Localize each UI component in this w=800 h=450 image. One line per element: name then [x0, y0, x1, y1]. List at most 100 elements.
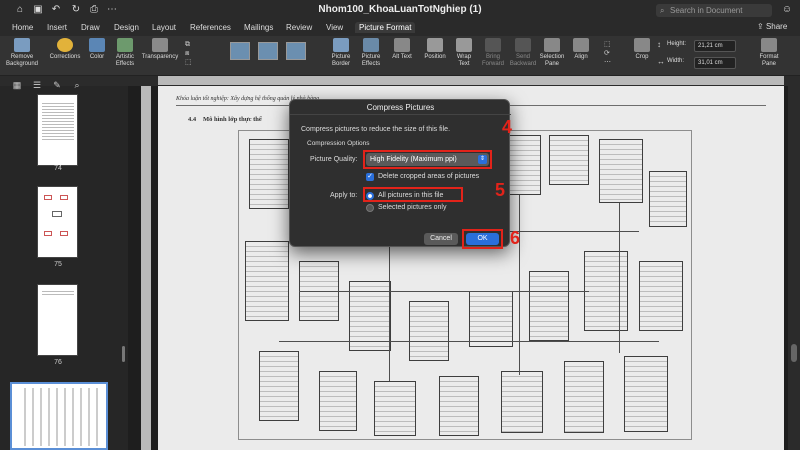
picture-quality-label: Picture Quality: — [310, 156, 358, 163]
horizontal-ruler[interactable] — [158, 76, 784, 85]
delete-cropped-label: Delete cropped areas of pictures — [378, 173, 480, 180]
tab-insert[interactable]: Insert — [43, 22, 71, 33]
height-field[interactable]: 21,21 cm — [694, 40, 736, 52]
compress-pictures-dialog: Compress Pictures Compress pictures to r… — [289, 99, 511, 249]
dialog-title: Compress Pictures — [366, 103, 435, 112]
position-label: Position — [424, 54, 446, 60]
nav-scrollbar[interactable] — [122, 346, 125, 362]
send-backward-icon — [515, 38, 531, 52]
search-icon: ⌕ — [660, 6, 665, 15]
selection-pane-icon — [544, 38, 560, 52]
align-button[interactable]: Align — [570, 38, 592, 74]
width-label: Width: — [667, 58, 685, 64]
position-icon — [427, 38, 443, 52]
page-thumbnail-text — [42, 101, 74, 141]
tab-references[interactable]: References — [186, 22, 235, 33]
format-pane-icon — [761, 38, 777, 52]
search-placeholder: Search in Document — [670, 6, 743, 15]
crop-button[interactable]: Crop — [630, 38, 654, 74]
tab-view[interactable]: View — [322, 22, 347, 33]
apply-selected-radio[interactable] — [366, 204, 374, 212]
position-button[interactable]: Position — [421, 38, 449, 74]
apply-selected-label: Selected pictures only — [378, 204, 447, 211]
page-thumbnail-diagram — [18, 388, 102, 446]
tab-home[interactable]: Home — [8, 22, 37, 33]
bring-forward-button[interactable]: Bring Forward — [479, 38, 507, 74]
format-pane-button[interactable]: Format Pane — [755, 38, 783, 74]
tab-design[interactable]: Design — [110, 22, 143, 33]
vertical-ruler[interactable] — [141, 86, 151, 450]
align-icon — [573, 38, 589, 52]
annotation-box-6 — [462, 229, 503, 249]
color-icon — [89, 38, 105, 52]
group-icon[interactable]: ⬚ ⟳ ⋯ — [604, 40, 614, 68]
picture-style-1[interactable] — [230, 42, 250, 60]
scrollbar-thumb[interactable] — [791, 344, 797, 362]
tab-picture-format[interactable]: Picture Format — [355, 22, 416, 33]
search-input[interactable]: ⌕ Search in Document — [656, 4, 772, 17]
page-thumbnail-text — [42, 289, 74, 295]
picture-style-3[interactable] — [286, 42, 306, 60]
remove-background-label: Remove Background — [5, 54, 39, 67]
account-icon[interactable]: ☺ — [781, 4, 793, 16]
page-number: 74 — [54, 165, 62, 172]
artistic-effects-button[interactable]: Artistic Effects — [112, 38, 138, 74]
corrections-label: Corrections — [49, 54, 81, 60]
page-thumbnail-shape — [52, 211, 62, 217]
picture-effects-label: Picture Effects — [361, 54, 381, 67]
page-thumbnail-shape — [60, 195, 68, 200]
page-thumbnail-shape — [60, 231, 68, 236]
compress-pictures-icon[interactable]: ⧉ ⧈ ⬚ — [185, 40, 195, 68]
ribbon-toolbar: Remove Background Corrections Color Arti… — [0, 36, 800, 76]
picture-border-button[interactable]: Picture Border — [327, 38, 355, 74]
page-thumbnail[interactable] — [37, 186, 78, 258]
page-thumbnail-selected[interactable] — [10, 382, 108, 450]
height-icon: ↕ — [657, 40, 661, 49]
remove-background-icon — [14, 38, 30, 52]
nav-search-icon[interactable]: ⌕ — [72, 80, 82, 90]
remove-background-button[interactable]: Remove Background — [2, 38, 42, 74]
send-backward-button[interactable]: Send Backward — [508, 38, 538, 74]
annotation-box-5 — [363, 187, 463, 202]
edit-icon[interactable]: ✎ — [52, 80, 62, 90]
picture-effects-button[interactable]: Picture Effects — [357, 38, 385, 74]
picture-effects-icon — [363, 38, 379, 52]
transparency-button[interactable]: Transparency — [140, 38, 180, 74]
page-thumbnail-shape — [44, 231, 52, 236]
annotation-step-4: 4 — [502, 117, 513, 137]
wrap-text-button[interactable]: Wrap Text — [452, 38, 476, 74]
page-thumbnail-shape — [44, 195, 52, 200]
bring-forward-icon — [485, 38, 501, 52]
thumbnails-icon[interactable]: ▦ — [12, 80, 22, 90]
align-label: Align — [574, 54, 588, 60]
tab-review[interactable]: Review — [282, 22, 316, 33]
tab-mailings[interactable]: Mailings — [240, 22, 277, 33]
transparency-label: Transparency — [141, 54, 179, 60]
bring-forward-label: Bring Forward — [481, 54, 504, 67]
alt-text-button[interactable]: Alt Text — [391, 38, 413, 74]
page-thumbnail[interactable] — [37, 94, 78, 166]
vertical-scrollbar[interactable] — [788, 86, 800, 450]
picture-style-2[interactable] — [258, 42, 278, 60]
page-number: 75 — [54, 261, 62, 268]
width-field[interactable]: 31,01 cm — [694, 57, 736, 69]
selection-pane-label: Selection Pane — [539, 54, 565, 67]
outline-icon[interactable]: ☰ — [32, 80, 42, 90]
selection-pane-button[interactable]: Selection Pane — [538, 38, 566, 74]
dialog-title-divider — [290, 114, 511, 115]
color-button[interactable]: Color — [84, 38, 110, 74]
width-icon: ↔ — [657, 57, 665, 66]
tab-draw[interactable]: Draw — [77, 22, 104, 33]
picture-border-icon — [333, 38, 349, 52]
crop-icon — [634, 38, 650, 52]
cancel-button[interactable]: Cancel — [424, 233, 458, 245]
compression-options-header: Compression Options — [307, 140, 370, 147]
tab-layout[interactable]: Layout — [148, 22, 180, 33]
annotation-step-6: 6 — [510, 228, 521, 248]
share-button[interactable]: ⇪ Share — [757, 22, 787, 31]
crop-label: Crop — [635, 54, 649, 60]
corrections-button[interactable]: Corrections — [46, 38, 84, 74]
transparency-icon — [152, 38, 168, 52]
page-thumbnail[interactable] — [37, 284, 78, 356]
delete-cropped-checkbox[interactable]: ✓ — [366, 173, 374, 181]
